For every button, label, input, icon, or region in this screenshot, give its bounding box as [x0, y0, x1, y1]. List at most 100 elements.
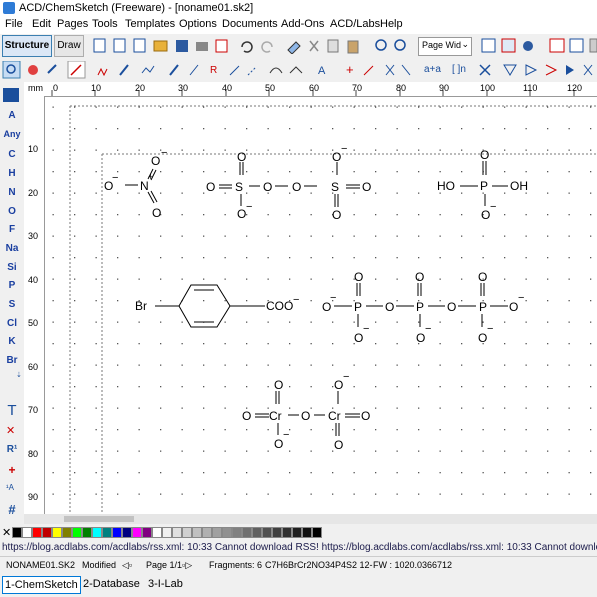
menu-pages[interactable]: Pages: [57, 18, 88, 30]
page-back-icon[interactable]: ◁▫: [122, 560, 132, 571]
menu-edit[interactable]: Edit: [32, 18, 51, 30]
color-swatch[interactable]: [12, 527, 22, 538]
atom-p[interactable]: P: [0, 280, 24, 291]
chevron-down-icon: ⌄: [461, 39, 469, 49]
status-file: NONAME01.SK2: [6, 560, 76, 570]
hruler-tick-90: 90: [439, 83, 450, 93]
edges-toggle[interactable]: a+a: [424, 64, 441, 75]
atom-si[interactable]: Si: [0, 262, 24, 273]
hruler-tick-60: 60: [309, 83, 320, 93]
color-swatch[interactable]: [242, 527, 252, 538]
color-swatch[interactable]: [222, 527, 232, 538]
pen-icon: [169, 64, 179, 76]
brackets-toggle[interactable]: [ ]n: [452, 64, 466, 75]
scrollbar-thumb[interactable]: [64, 516, 134, 522]
status-formula: C7H6BrCr2NO34P4S2 12-: [265, 560, 373, 570]
color-swatch[interactable]: [52, 527, 62, 538]
color-swatch[interactable]: [132, 527, 142, 538]
tab-ilab[interactable]: 3-I-Lab: [148, 576, 183, 592]
color-swatch[interactable]: [282, 527, 292, 538]
menu-tools[interactable]: Tools: [92, 18, 118, 30]
menu-templates[interactable]: Templates: [125, 18, 175, 30]
color-swatch[interactable]: [122, 527, 132, 538]
no-color-icon[interactable]: ✕: [2, 526, 11, 539]
color-swatch[interactable]: [32, 527, 42, 538]
menu-options[interactable]: Options: [179, 18, 217, 30]
color-swatch[interactable]: [252, 527, 262, 538]
color-swatch[interactable]: [202, 527, 212, 538]
more-atoms-icon[interactable]: ⇣: [16, 371, 22, 379]
atom-k[interactable]: K: [0, 336, 24, 347]
atom-br[interactable]: Br: [0, 355, 24, 366]
more-icon: [589, 38, 597, 53]
r-tool[interactable]: R¹: [0, 444, 24, 455]
horizontal-scrollbar[interactable]: [24, 514, 597, 524]
text-tool[interactable]: T: [0, 402, 24, 419]
atom-a[interactable]: A: [0, 110, 24, 121]
persulf-o4: O: [237, 207, 246, 221]
draw-mode-button[interactable]: Draw: [54, 35, 84, 57]
structure-toolbar: R A + a+a [ ]n: [0, 58, 597, 83]
color-swatch[interactable]: [162, 527, 172, 538]
color-swatch[interactable]: [302, 527, 312, 538]
app-icon: [3, 2, 15, 14]
triphos-o-left-minus: −: [330, 292, 336, 304]
color-swatch[interactable]: [112, 527, 122, 538]
plus-tool[interactable]: +: [0, 463, 24, 477]
radical-icon[interactable]: ✕: [6, 424, 15, 437]
color-swatch[interactable]: [212, 527, 222, 538]
atom-c[interactable]: C: [0, 149, 24, 160]
tab-database[interactable]: 2-Database: [83, 576, 140, 592]
structure-mode-button[interactable]: Structure: [2, 35, 52, 57]
color-swatch[interactable]: [92, 527, 102, 538]
atom-any[interactable]: Any: [0, 129, 24, 139]
window-title: ACD/ChemSketch (Freeware) - [noname01.sk…: [19, 2, 254, 14]
chain-icon: [97, 67, 108, 77]
menu-addons[interactable]: Add-Ons: [281, 18, 324, 30]
color-swatch[interactable]: [172, 527, 182, 538]
print-icon: [196, 42, 208, 51]
paste-icon: [347, 40, 359, 54]
menu-documents[interactable]: Documents: [222, 18, 278, 30]
color-swatch[interactable]: [22, 527, 32, 538]
atom-h[interactable]: H: [0, 168, 24, 179]
color-swatch[interactable]: [72, 527, 82, 538]
atom-n[interactable]: N: [0, 187, 24, 198]
hash-tool[interactable]: #: [0, 502, 24, 517]
atom-s[interactable]: S: [0, 299, 24, 310]
isotope-icon[interactable]: ¹A: [6, 483, 14, 492]
color-swatch[interactable]: [82, 527, 92, 538]
color-swatch[interactable]: [192, 527, 202, 538]
menu-file[interactable]: File: [5, 18, 23, 30]
tab-chemsketch[interactable]: 1-ChemSketch: [2, 576, 81, 594]
color-swatch[interactable]: [232, 527, 242, 538]
atom-o[interactable]: O: [0, 206, 24, 217]
color-swatch[interactable]: [42, 527, 52, 538]
menu-acdlabs[interactable]: ACD/Labs: [330, 18, 380, 30]
persulf-o3: O: [237, 150, 246, 164]
color-swatch[interactable]: [102, 527, 112, 538]
persulf-s2: S: [331, 180, 339, 194]
undo-icon: [241, 41, 253, 53]
color-swatch[interactable]: [142, 527, 152, 538]
vruler-tick-80: 80: [28, 449, 39, 459]
periodic-table-icon[interactable]: [3, 88, 19, 102]
color-swatch[interactable]: [262, 527, 272, 538]
color-swatch[interactable]: [152, 527, 162, 538]
triphos-p1: P: [354, 300, 362, 314]
color-swatch[interactable]: [272, 527, 282, 538]
atom-cl[interactable]: Cl: [0, 318, 24, 329]
page-forward-icon[interactable]: ▫▷: [182, 560, 192, 571]
color-swatch[interactable]: [312, 527, 322, 538]
color-swatch[interactable]: [292, 527, 302, 538]
hruler-tick-0: 0: [53, 83, 59, 93]
triphos-o-bottom3: O: [478, 331, 487, 345]
ring-icon: [269, 67, 283, 74]
hruler-tick-10: 10: [91, 83, 102, 93]
atom-na[interactable]: Na: [0, 243, 24, 254]
color-swatch[interactable]: [182, 527, 192, 538]
zoom-select[interactable]: Page Wid ⌄: [418, 37, 472, 56]
menu-help[interactable]: Help: [380, 18, 403, 30]
atom-f[interactable]: F: [0, 224, 24, 235]
color-swatch[interactable]: [62, 527, 72, 538]
